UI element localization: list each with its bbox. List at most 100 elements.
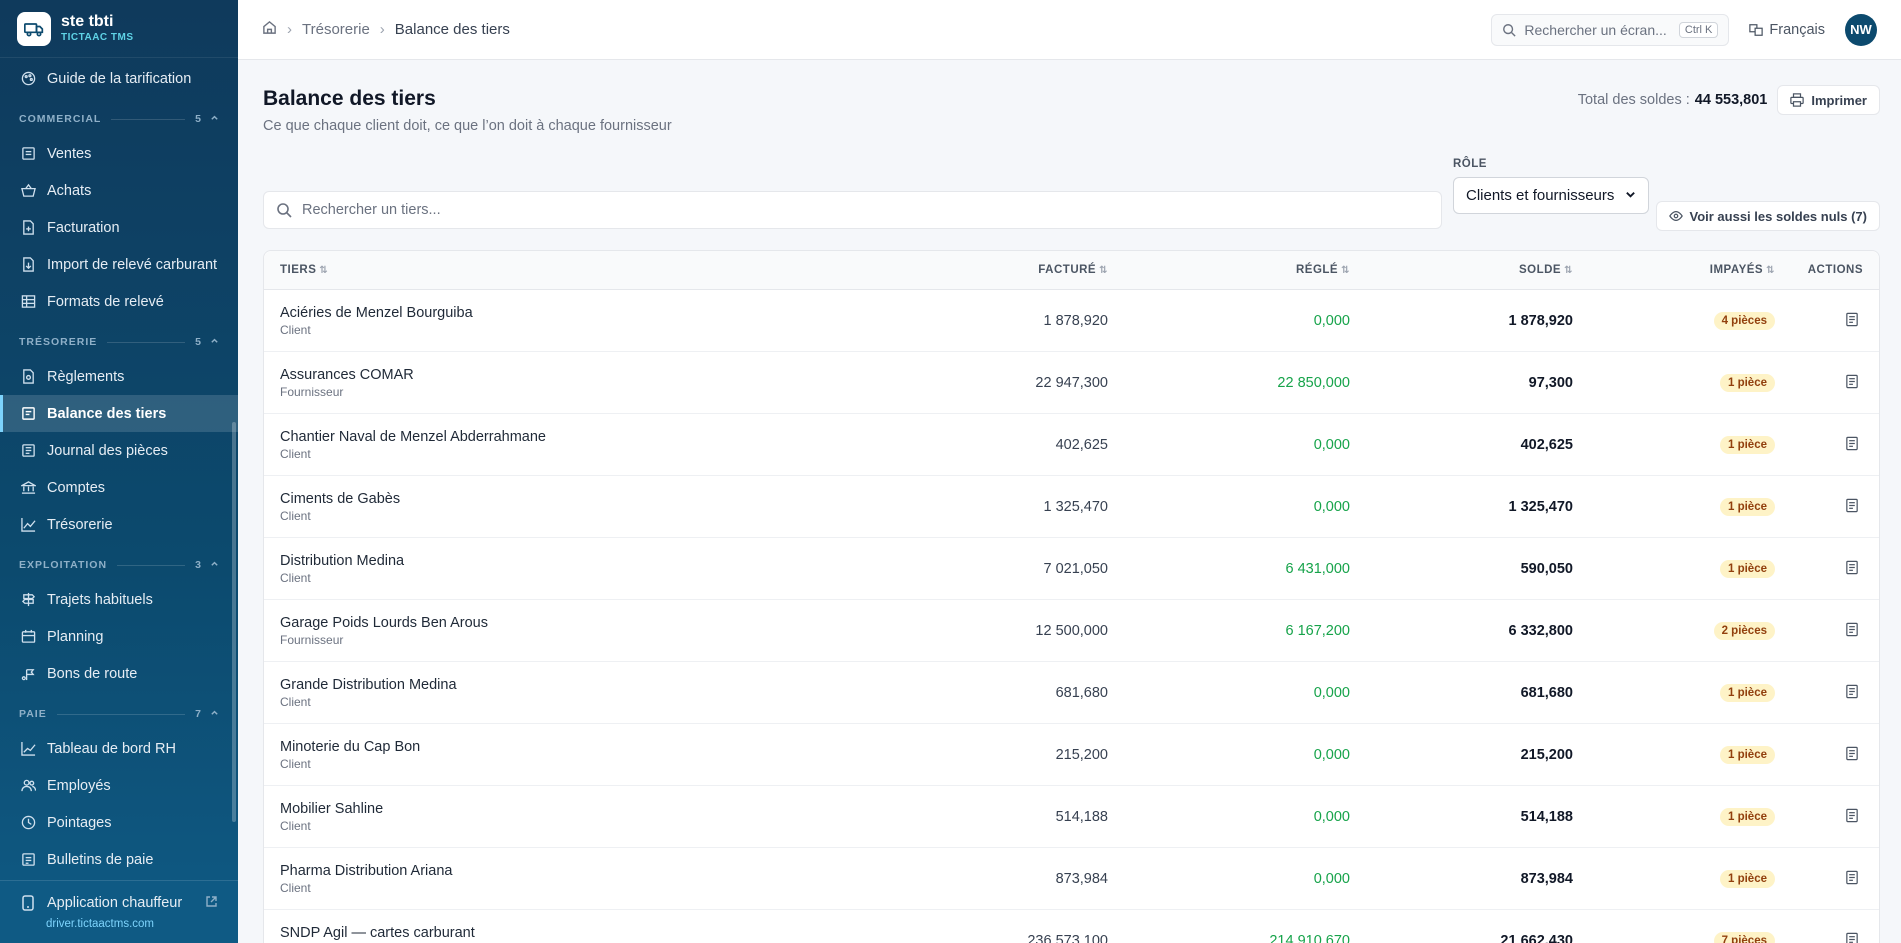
statement-icon[interactable]: [1841, 805, 1863, 827]
sidebar-item-bons-de-route[interactable]: Bons de route: [0, 655, 238, 692]
sidebar-item-achats[interactable]: Achats: [0, 172, 238, 209]
table-row[interactable]: Aciéries de Menzel Bourguiba Client 1 878,…: [264, 290, 1879, 352]
table-row[interactable]: Pharma Distribution Ariana Client 873,984 0…: [264, 848, 1879, 910]
impayes-badge[interactable]: 1 pièce: [1720, 498, 1775, 516]
print-button[interactable]: Imprimer: [1777, 85, 1880, 115]
sidebar-item-reglements[interactable]: Règlements: [0, 358, 238, 395]
tiers-name[interactable]: Assurances COMAR: [280, 367, 844, 383]
facture-value: 22 947,300: [1035, 374, 1108, 391]
table-row[interactable]: Distribution Medina Client 7 021,050 6 431,…: [264, 538, 1879, 600]
impayes-badge[interactable]: 4 pièces: [1713, 312, 1775, 330]
tiers-name[interactable]: Chantier Naval de Menzel Abderrahmane: [280, 429, 844, 445]
role-select[interactable]: Clients et fournisseurs: [1453, 177, 1649, 214]
statement-icon[interactable]: [1841, 433, 1863, 455]
header-regle[interactable]: RÉGLÉ ⇅: [1108, 264, 1350, 276]
sidebar-item-journal-des-pieces[interactable]: Journal des pièces: [0, 432, 238, 469]
sidebar-scrollbar[interactable]: [232, 422, 236, 822]
statement-icon[interactable]: [1841, 929, 1863, 943]
tiers-search-input[interactable]: Rechercher un tiers...: [263, 191, 1442, 229]
statement-icon[interactable]: [1841, 557, 1863, 579]
tiers-name[interactable]: Mobilier Sahline: [280, 801, 844, 817]
sidebar-item-employes[interactable]: Employés: [0, 767, 238, 804]
chart-line-icon: [20, 517, 36, 533]
impayes-badge[interactable]: 1 pièce: [1720, 560, 1775, 578]
sidebar-item-pointages[interactable]: Pointages: [0, 804, 238, 841]
sidebar-item-bulletins-de-paie[interactable]: Bulletins de paie: [0, 841, 238, 878]
statement-icon[interactable]: [1841, 619, 1863, 641]
sidebar-section-commercial[interactable]: COMMERCIAL 5: [0, 103, 238, 135]
statement-icon[interactable]: [1841, 681, 1863, 703]
impayes-badge[interactable]: 1 pièce: [1720, 374, 1775, 392]
header-tiers[interactable]: TIERS ⇅: [264, 264, 844, 276]
sidebar-item-trajets-habituels[interactable]: Trajets habituels: [0, 581, 238, 618]
table-row[interactable]: Minoterie du Cap Bon Client 215,200 0,000 21…: [264, 724, 1879, 786]
sidebar-item-comptes[interactable]: Comptes: [0, 469, 238, 506]
show-zero-balances-button[interactable]: Voir aussi les soldes nuls (7): [1655, 201, 1880, 231]
tiers-name[interactable]: Garage Poids Lourds Ben Arous: [280, 615, 844, 631]
user-avatar[interactable]: NW: [1845, 13, 1877, 46]
statement-icon[interactable]: [1841, 495, 1863, 517]
sort-icon: ⇅: [319, 265, 329, 276]
sidebar-section-tresorerie[interactable]: TRÉSORERIE 5: [0, 326, 238, 358]
table-row[interactable]: SNDP Agil — cartes carburantFournisseur 2…: [264, 910, 1879, 943]
brand[interactable]: ste tbti TICTAAC TMS: [0, 0, 238, 58]
tiers-name[interactable]: Pharma Distribution Ariana: [280, 863, 844, 879]
tiers-name[interactable]: Grande Distribution Medina: [280, 677, 844, 693]
regle-value: 6 167,200: [1285, 622, 1350, 639]
cash-icon: [20, 369, 36, 385]
sidebar-section-exploitation[interactable]: EXPLOITATION 3: [0, 549, 238, 581]
header-solde[interactable]: SOLDE ⇅: [1350, 264, 1573, 276]
impayes-badge[interactable]: 1 pièce: [1720, 870, 1775, 888]
home-icon[interactable]: [262, 20, 277, 39]
language-label: Français: [1769, 21, 1825, 38]
statement-icon[interactable]: [1841, 743, 1863, 765]
facture-value: 873,984: [1055, 870, 1108, 887]
sidebar-item-formats-de-releve[interactable]: Formats de relevé: [0, 283, 238, 320]
driver-app-link[interactable]: Application chauffeur: [0, 885, 238, 921]
sidebar-section-paie[interactable]: PAIE 7: [0, 698, 238, 730]
breadcrumb-tresorerie[interactable]: Trésorerie: [302, 21, 370, 38]
statement-icon[interactable]: [1841, 309, 1863, 331]
cell-actions: [1775, 867, 1879, 891]
impayes-badge[interactable]: 1 pièce: [1720, 684, 1775, 702]
sidebar-item-guide-de-la-tarification[interactable]: Guide de la tarification: [0, 60, 238, 97]
section-count: 5: [195, 113, 202, 125]
impayes-badge[interactable]: 2 pièces: [1713, 622, 1775, 640]
tiers-name[interactable]: Ciments de Gabès: [280, 491, 844, 507]
tiers-name[interactable]: Minoterie du Cap Bon: [280, 739, 844, 755]
header-facture[interactable]: FACTURÉ ⇅: [844, 264, 1108, 276]
sidebar-item-import-de-releve-carburant[interactable]: Import de relevé carburant: [0, 246, 238, 283]
search-icon: [1502, 23, 1517, 37]
screen-search-input[interactable]: Rechercher un écran... Ctrl K: [1491, 13, 1730, 46]
sidebar-item-planning[interactable]: Planning: [0, 618, 238, 655]
chevron-up-icon: [210, 113, 219, 125]
table-row[interactable]: Grande Distribution Medina Client 681,680 0…: [264, 662, 1879, 724]
sidebar-item-facturation[interactable]: Facturation: [0, 209, 238, 246]
impayes-badge[interactable]: 7 pièces: [1713, 932, 1775, 943]
statement-icon[interactable]: [1841, 867, 1863, 889]
language-selector[interactable]: Français: [1749, 22, 1825, 38]
cell-tiers: Mobilier Sahline Client: [264, 801, 844, 833]
tiers-name[interactable]: Distribution Medina: [280, 553, 844, 569]
impayes-badge[interactable]: 1 pièce: [1720, 436, 1775, 454]
tiers-name[interactable]: SNDP Agil — cartes carburant: [280, 925, 844, 941]
table-row[interactable]: Assurances COMAR Fournisseur 22 947,300 22 …: [264, 352, 1879, 414]
facture-value: 402,625: [1055, 436, 1108, 453]
tiers-name[interactable]: Aciéries de Menzel Bourguiba: [280, 305, 844, 321]
cell-tiers: Ciments de Gabès Client: [264, 491, 844, 523]
statement-icon[interactable]: [1841, 371, 1863, 393]
table-row[interactable]: Garage Poids Lourds Ben Arous Fournisseur…: [264, 600, 1879, 662]
sidebar-item-tableau-de-bord-rh[interactable]: Tableau de bord RH: [0, 730, 238, 767]
table-row[interactable]: Ciments de Gabès Client 1 325,470 0,000 1 32…: [264, 476, 1879, 538]
sidebar-item-balance-des-tiers[interactable]: Balance des tiers: [0, 395, 238, 432]
header-impayes[interactable]: IMPAYÉS ⇅: [1573, 264, 1775, 276]
header-regle-label: RÉGLÉ: [1295, 264, 1339, 276]
cell-actions: [1775, 371, 1879, 395]
impayes-badge[interactable]: 1 pièce: [1720, 808, 1775, 826]
cell-actions: [1775, 805, 1879, 829]
impayes-badge[interactable]: 1 pièce: [1720, 746, 1775, 764]
sidebar-item-ventes[interactable]: Ventes: [0, 135, 238, 172]
table-row[interactable]: Chantier Naval de Menzel Abderrahmane Cli…: [264, 414, 1879, 476]
sidebar-item-tresorerie[interactable]: Trésorerie: [0, 506, 238, 543]
table-row[interactable]: Mobilier Sahline Client 514,188 0,000 514,18…: [264, 786, 1879, 848]
